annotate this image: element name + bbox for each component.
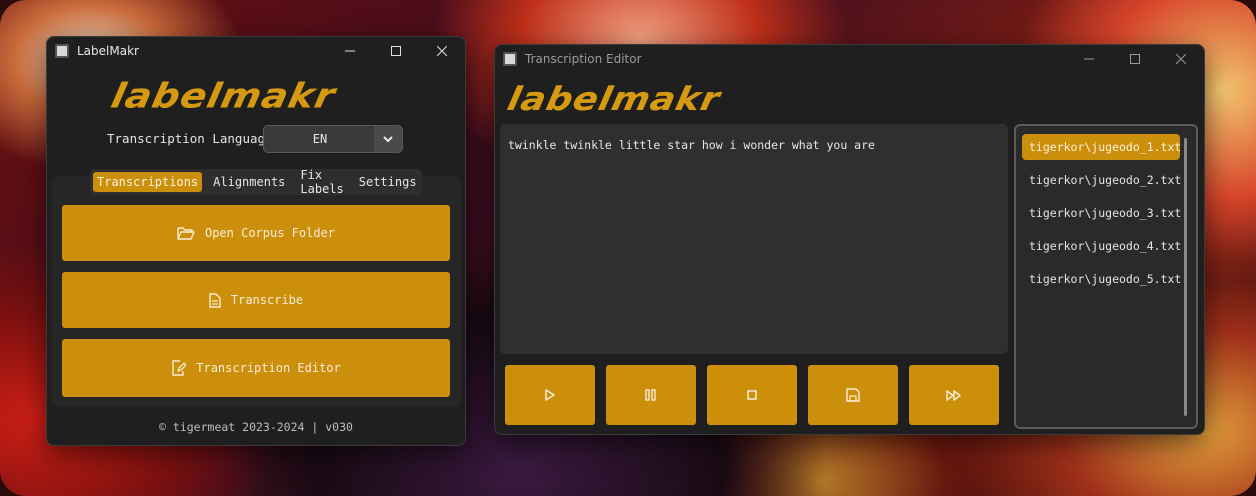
open-corpus-folder-label: Open Corpus Folder	[204, 226, 336, 240]
app-icon	[55, 44, 69, 58]
tab-settings[interactable]: Settings	[355, 172, 421, 192]
footer-copyright: © tigermeat 2023-2024 | v030	[159, 420, 353, 434]
file-list-item[interactable]: tigerkor\jugeodo_3.txt	[1022, 200, 1181, 226]
stop-button[interactable]	[707, 365, 797, 425]
maximize-button[interactable]	[373, 37, 419, 65]
close-icon	[1176, 54, 1186, 64]
transcription-editor-button[interactable]: Transcription Editor	[62, 339, 450, 397]
transcription-text: twinkle twinkle little star how i wonder…	[508, 138, 875, 152]
stop-icon	[747, 390, 757, 400]
file-list-item[interactable]: tigerkor\jugeodo_5.txt	[1022, 266, 1181, 292]
labelmakr-titlebar[interactable]: LabelMakr	[47, 37, 465, 65]
app-icon	[503, 52, 517, 66]
window-title: Transcription Editor	[525, 52, 642, 66]
tab-bar: Transcriptions Alignments Fix Labels Set…	[90, 168, 422, 196]
close-button[interactable]	[419, 37, 465, 65]
close-button[interactable]	[1158, 45, 1204, 73]
chevron-down-icon	[383, 135, 393, 142]
tab-transcriptions[interactable]: Transcriptions	[93, 172, 203, 192]
file-list-item[interactable]: tigerkor\jugeodo_4.txt	[1022, 233, 1181, 259]
language-dropdown-button[interactable]	[374, 126, 402, 152]
edit-document-icon	[172, 360, 187, 376]
transcription-textbox[interactable]: twinkle twinkle little star how i wonder…	[500, 124, 1008, 354]
file-list-scrollbar[interactable]	[1184, 138, 1187, 416]
tab-fix-labels[interactable]: Fix Labels	[296, 168, 347, 196]
editor-logo: labelmakr	[504, 81, 724, 118]
minimize-button[interactable]	[1066, 45, 1112, 73]
minimize-button[interactable]	[327, 37, 373, 65]
open-corpus-folder-button[interactable]: Open Corpus Folder	[62, 205, 450, 261]
document-icon	[209, 292, 221, 308]
tab-alignments[interactable]: Alignments	[209, 172, 289, 192]
file-list-item[interactable]: tigerkor\jugeodo_1.txt	[1022, 134, 1181, 160]
language-select-value: EN	[312, 132, 328, 146]
maximize-icon	[391, 46, 401, 56]
pause-button[interactable]	[606, 365, 696, 425]
minimize-icon	[345, 50, 355, 52]
play-icon	[545, 389, 555, 401]
maximize-icon	[1130, 54, 1140, 64]
editor-titlebar[interactable]: Transcription Editor	[495, 45, 1204, 73]
transcribe-button[interactable]: Transcribe	[62, 272, 450, 328]
close-icon	[437, 46, 447, 56]
labelmakr-logo: labelmakr	[107, 76, 340, 116]
transcription-editor-label: Transcription Editor	[196, 361, 341, 375]
window-title: LabelMakr	[77, 44, 139, 58]
folder-open-icon	[177, 227, 195, 240]
language-label: Transcription Language	[107, 131, 273, 146]
minimize-icon	[1084, 58, 1094, 60]
maximize-button[interactable]	[1112, 45, 1158, 73]
pause-icon	[645, 389, 656, 401]
file-list-item[interactable]: tigerkor\jugeodo_2.txt	[1022, 167, 1181, 193]
transcribe-label: Transcribe	[230, 293, 304, 307]
language-select[interactable]: EN	[263, 125, 403, 153]
save-button[interactable]	[808, 365, 898, 425]
fast-forward-button[interactable]	[909, 365, 999, 425]
play-button[interactable]	[505, 365, 595, 425]
fast-forward-icon	[946, 389, 961, 401]
save-icon	[846, 388, 860, 402]
